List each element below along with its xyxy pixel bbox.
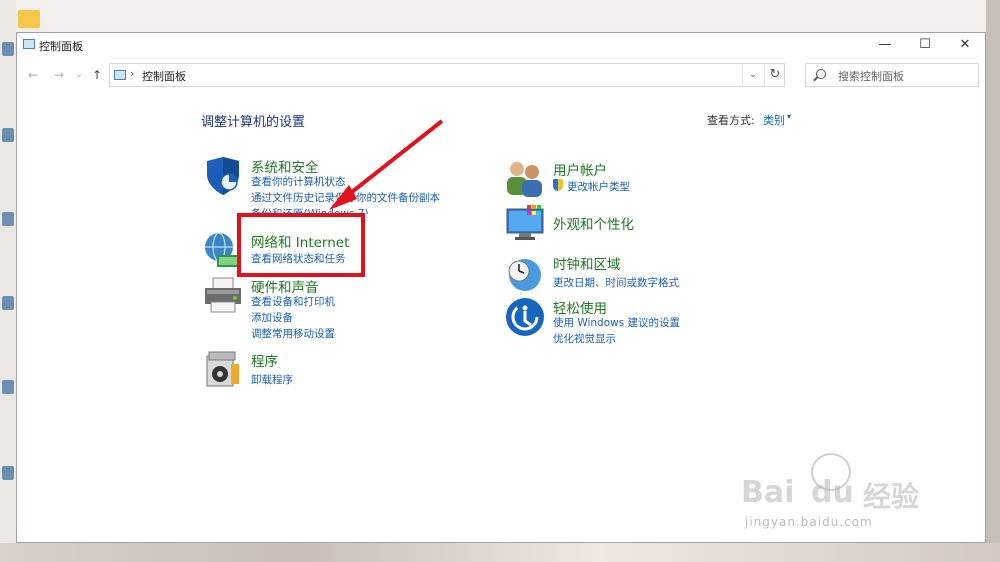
desktop-icon[interactable] [2,42,14,56]
desktop-icon[interactable] [2,466,14,480]
watermark-cn: 经验 [863,480,920,513]
desktop-bottom-strip [0,543,1000,562]
desktop-icon[interactable] [2,296,14,310]
desktop-icon[interactable] [2,212,14,226]
desktop-folder-icon[interactable] [18,10,40,28]
desktop-icon[interactable] [2,380,14,394]
baidu-watermark: Bai du 经验 jingyan.baidu.com [741,453,941,533]
watermark-brand-suffix: du [811,475,854,510]
watermark-brand: Bai [741,475,795,510]
control-panel-window: 控制面板 — ☐ ✕ ← → ⌄ ↑ › 控制面板 ⌄ ↻ 搜索控制面板 调整计… [16,32,986,543]
desktop-icon[interactable] [2,128,14,142]
desktop-right-strip [986,0,1000,562]
desktop-left-strip [0,0,16,562]
watermark-url: jingyan.baidu.com [745,515,873,529]
